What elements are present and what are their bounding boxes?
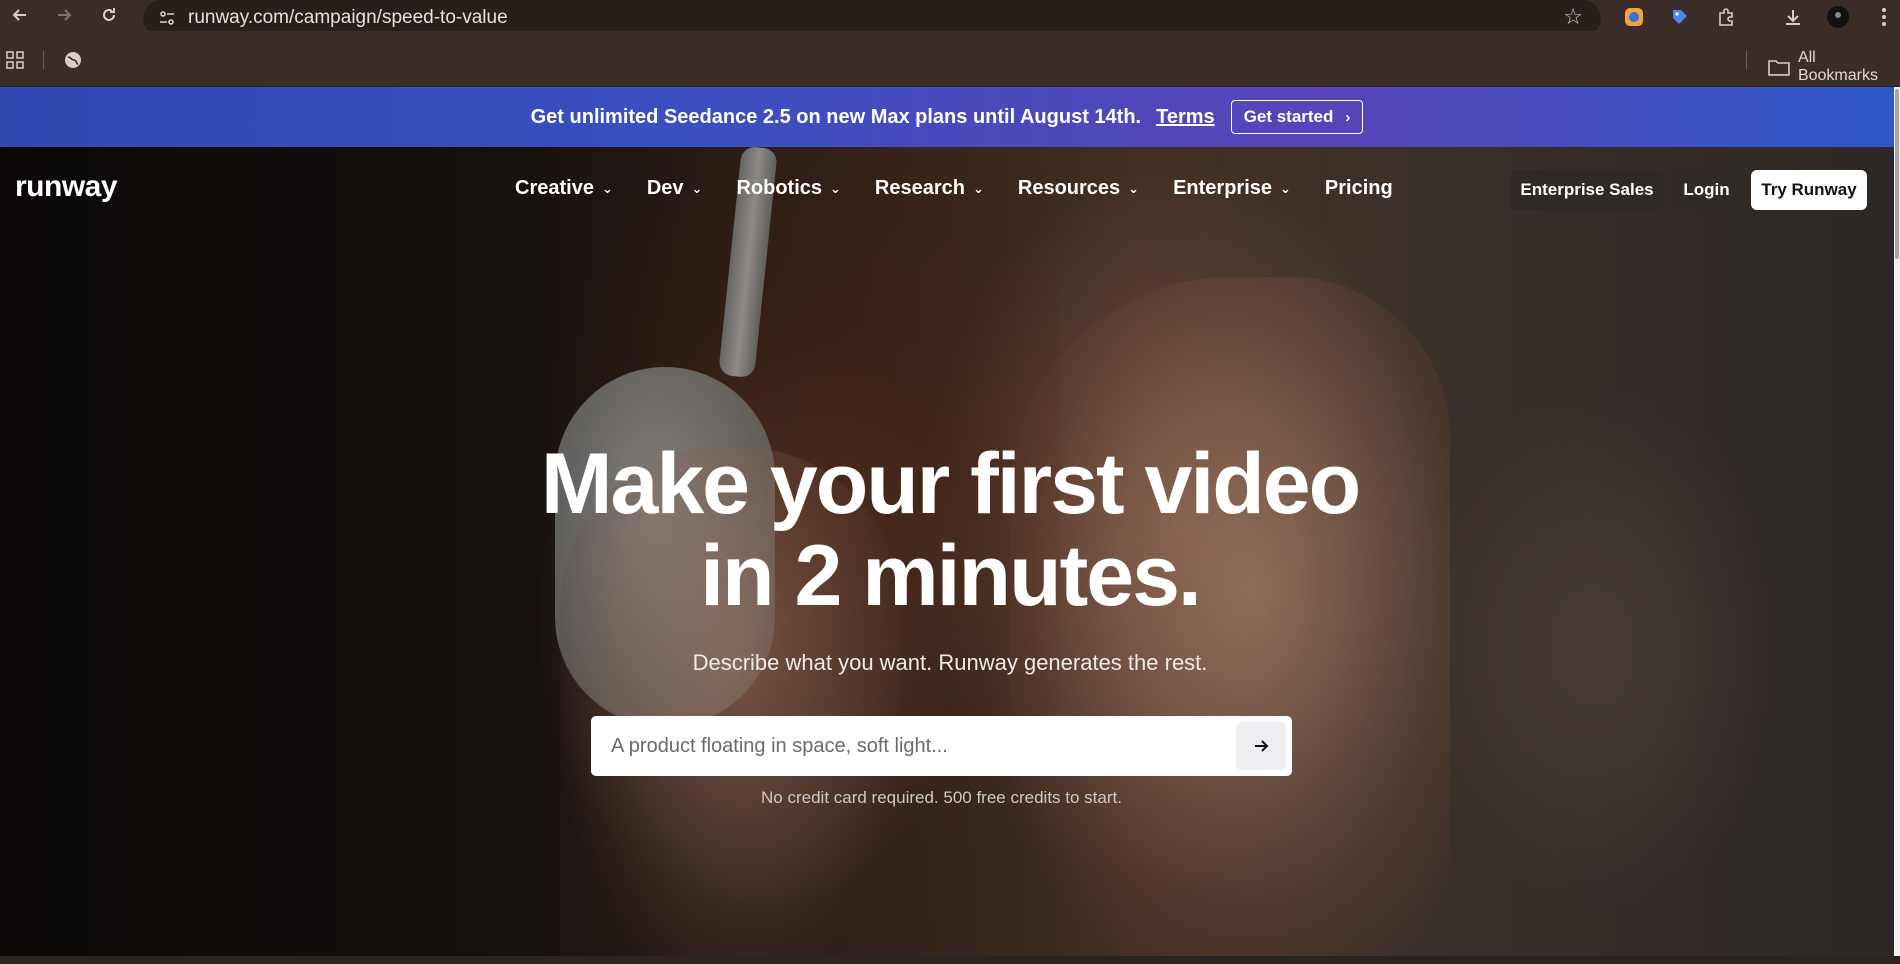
folder-icon <box>1768 60 1790 76</box>
get-started-button[interactable]: Get started › <box>1230 100 1364 134</box>
nav-item-label: Enterprise <box>1173 177 1273 199</box>
back-icon[interactable] <box>5 0 35 30</box>
nav-item-label: Creative <box>515 177 594 199</box>
chevron-right-icon: › <box>1345 108 1351 126</box>
free-credits-note: No credit card required. 500 free credit… <box>761 788 1122 807</box>
nav-item-label: Robotics <box>736 177 823 199</box>
hero-subheadline: Describe what you want. Runway generates… <box>692 650 1208 675</box>
nav-item-label: Resources <box>1017 177 1121 199</box>
chevron-down-icon: ⌄ <box>1128 180 1140 196</box>
promo-text: Get unlimited Seedance 2.5 on new Max pl… <box>530 105 1142 128</box>
browser-window: runway.com/campaign/speed-to-value ☆ All… <box>0 0 1900 964</box>
chevron-down-icon: ⌄ <box>1280 180 1291 196</box>
nav-item-research[interactable]: Research ⌄ <box>875 177 984 200</box>
chevron-down-icon: ⌄ <box>972 180 984 196</box>
get-started-label: Get started <box>1243 107 1334 126</box>
bookmarks-divider-right <box>1746 51 1747 69</box>
profile-avatar[interactable] <box>1823 2 1853 32</box>
extension-icon[interactable] <box>1619 2 1649 32</box>
puzzle-icon[interactable] <box>1711 2 1741 32</box>
tag-extension-icon[interactable] <box>1665 2 1695 32</box>
prompt-form <box>591 716 1292 776</box>
headline-line-2: in 2 minutes. <box>700 528 1202 624</box>
apps-icon[interactable] <box>6 51 24 69</box>
download-icon[interactable] <box>1778 2 1808 32</box>
hero-headline: Make your first video in 2 minutes. <box>450 438 1450 622</box>
enterprise-sales-button[interactable]: Enterprise Sales <box>1511 170 1663 210</box>
menu-icon[interactable] <box>1869 2 1899 32</box>
try-runway-button[interactable]: Try Runway <box>1751 170 1867 210</box>
headline-line-1: Make your first video <box>540 436 1361 532</box>
reload-icon[interactable] <box>94 0 124 30</box>
browser-toolbar: runway.com/campaign/speed-to-value ☆ <box>0 0 1900 36</box>
login-button[interactable]: Login <box>1673 170 1740 210</box>
site-info-icon[interactable] <box>152 3 182 33</box>
globe-icon[interactable] <box>63 50 83 70</box>
prompt-input[interactable] <box>591 734 1236 758</box>
star-icon[interactable]: ☆ <box>1563 4 1583 30</box>
bookmarks-bar: All Bookmarks <box>0 31 1900 87</box>
chevron-down-icon: ⌄ <box>601 180 613 196</box>
nav-item-robotics[interactable]: Robotics ⌄ <box>736 177 840 200</box>
all-bookmarks[interactable]: All Bookmarks <box>1768 49 1900 85</box>
chevron-down-icon: ⌄ <box>691 180 703 196</box>
nav-item-pricing[interactable]: Pricing <box>1325 177 1393 200</box>
bookmarks-divider <box>43 51 44 69</box>
page-scrollbar[interactable] <box>1894 87 1900 956</box>
bottom-strip <box>0 956 1900 964</box>
runway-logo[interactable]: runway <box>15 170 118 204</box>
url-text[interactable]: runway.com/campaign/speed-to-value <box>188 7 508 29</box>
nav-item-label: Research <box>874 177 965 199</box>
promo-banner: Get unlimited Seedance 2.5 on new Max pl… <box>0 87 1894 147</box>
nav-item-creative[interactable]: Creative ⌄ <box>515 177 613 200</box>
arrow-right-icon <box>1255 740 1269 752</box>
nav-item-label: Dev <box>646 177 684 199</box>
chevron-down-icon: ⌄ <box>830 180 841 196</box>
submit-prompt-button[interactable] <box>1236 722 1286 770</box>
scrollbar-thumb[interactable] <box>1895 89 1899 259</box>
nav-item-resources[interactable]: Resources ⌄ <box>1018 177 1139 200</box>
all-bookmarks-label: All Bookmarks <box>1797 49 1878 84</box>
main-nav: Creative ⌄ Dev ⌄ Robotics ⌄ Research ⌄ Resou… <box>515 177 1427 200</box>
terms-link[interactable]: Terms <box>1156 106 1215 129</box>
forward-icon[interactable] <box>49 0 79 30</box>
nav-item-dev[interactable]: Dev ⌄ <box>647 177 703 200</box>
nav-item-label: Pricing <box>1324 177 1393 199</box>
nav-item-enterprise[interactable]: Enterprise ⌄ <box>1173 177 1291 200</box>
